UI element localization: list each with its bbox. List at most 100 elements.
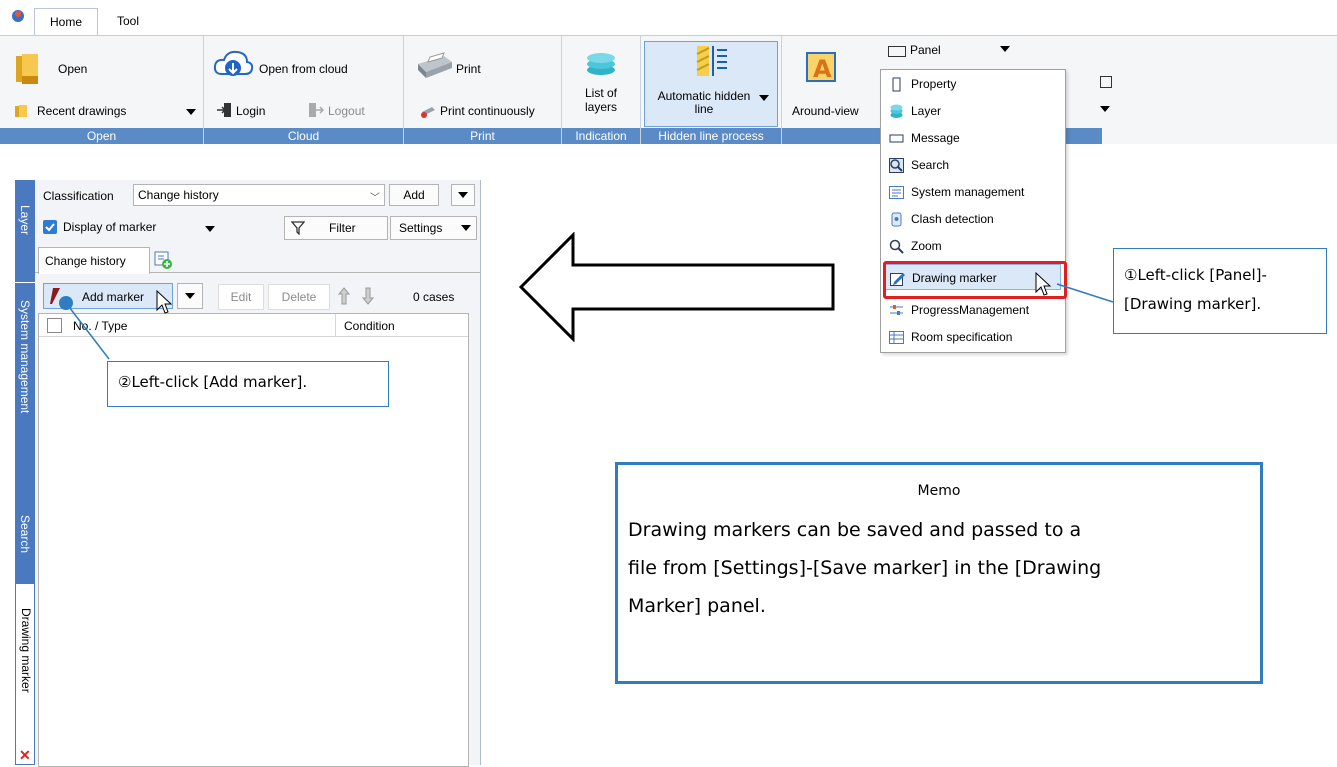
progress-management-icon [890, 305, 903, 315]
automatic-hidden-line-button[interactable]: Automatic hidden line [644, 41, 778, 127]
recent-drawings-dropdown-icon[interactable] [186, 109, 196, 115]
menu-item-message[interactable]: Message [885, 125, 1061, 152]
display-marker-dropdown-icon[interactable] [205, 226, 215, 232]
settings-label: Settings [399, 221, 443, 235]
filter-label: Filter [329, 221, 356, 235]
print-continuously-icon [420, 102, 436, 121]
logout-button[interactable]: Logout [328, 104, 365, 118]
menu-item-system-management[interactable]: System management [885, 179, 1061, 206]
add-tab-button[interactable] [153, 250, 175, 270]
svg-text:A: A [813, 55, 832, 83]
hidden-line-icon [696, 46, 727, 76]
panel-dropdown-menu: Property Layer Message Search System man… [880, 69, 1066, 353]
menu-item-room-specification[interactable]: Room specification [885, 324, 1061, 351]
display-marker-label: Display of marker [63, 220, 157, 234]
memo-line-1: Drawing markers can be saved and passed … [628, 519, 1082, 541]
menu-item-clash-detection[interactable]: Clash detection [885, 206, 1061, 233]
tab-home[interactable]: Home [34, 8, 98, 35]
add-dropdown-button[interactable] [451, 184, 475, 206]
open-label[interactable]: Open [58, 62, 87, 76]
column-condition[interactable]: Condition [344, 319, 395, 333]
side-tab-system-management[interactable]: System management [15, 300, 35, 475]
menu-item-property[interactable]: Property [885, 71, 1061, 98]
system-management-icon [889, 186, 904, 199]
case-count: 0 cases [413, 290, 455, 304]
clash-detection-icon [891, 212, 902, 227]
room-specification-icon [889, 331, 904, 344]
ribbon-tab-bar: Home Tool [0, 0, 1337, 36]
display-marker-checkbox[interactable] [43, 220, 57, 234]
group-label-open: Open [0, 128, 203, 144]
tab-change-history[interactable]: Change history [38, 247, 150, 274]
print-continuously-button[interactable]: Print continuously [440, 104, 535, 118]
add-marker-dropdown-icon [185, 293, 195, 299]
side-tab-search[interactable]: Search [15, 515, 35, 575]
move-down-button[interactable] [357, 284, 379, 308]
callout-1-connector [1056, 283, 1114, 303]
group-label-print: Print [404, 128, 561, 144]
print-button[interactable]: Print [456, 62, 481, 76]
recent-drawings-icon [14, 104, 28, 121]
tab-tool[interactable]: Tool [106, 8, 150, 34]
panel-icon [888, 46, 906, 57]
layer-icon [890, 104, 903, 118]
login-button[interactable]: Login [236, 104, 265, 118]
automatic-hidden-dropdown-icon[interactable] [759, 95, 769, 101]
classification-value: Change history [138, 188, 219, 202]
group-label-indication: Indication [562, 128, 640, 144]
login-icon [216, 102, 232, 121]
list-of-layers-label-2: layers [584, 100, 617, 114]
around-view-icon[interactable]: A [804, 50, 838, 87]
add-marker-dropdown[interactable] [177, 283, 203, 309]
window-restore-icon[interactable] [1100, 76, 1112, 88]
layers-icon[interactable] [584, 50, 618, 83]
side-tab-drawing-marker[interactable]: Drawing marker ✕ [15, 583, 35, 765]
recent-drawings-button[interactable]: Recent drawings [37, 104, 126, 118]
callout-step-2: ②Left-click [Add marker]. [107, 361, 389, 407]
edit-button[interactable]: Edit [218, 284, 264, 310]
callout-step-1-line-1: ①Left-click [Panel]- [1124, 266, 1267, 284]
classification-label: Classification [43, 189, 114, 203]
add-tab-icon [154, 251, 172, 269]
filter-icon [291, 221, 305, 235]
cloud-download-icon[interactable] [212, 48, 254, 83]
column-divider [335, 314, 336, 336]
filter-button[interactable]: Filter [284, 216, 388, 240]
memo-box: Memo Drawing markers can be saved and pa… [615, 462, 1263, 684]
close-icon[interactable]: ✕ [19, 747, 31, 764]
app-menu-icon[interactable] [10, 8, 26, 24]
list-of-layers-label-1: List of [584, 86, 617, 100]
callout-2-connector [59, 296, 110, 360]
move-up-button[interactable] [333, 284, 355, 308]
delete-button[interactable]: Delete [268, 284, 330, 310]
classification-select[interactable]: Change history ﹀ [133, 184, 385, 206]
chevron-down-icon: ﹀ [370, 193, 380, 204]
settings-button[interactable]: Settings [390, 216, 477, 240]
group-open: Open Recent drawings Open [0, 36, 204, 144]
memo-title: Memo [917, 483, 961, 499]
mouse-cursor-icon [156, 290, 173, 314]
memo-line-3: Marker] panel. [628, 595, 766, 617]
panel-button[interactable]: Panel [910, 43, 941, 57]
more-options-icon[interactable] [1100, 106, 1110, 112]
printer-icon[interactable] [414, 50, 454, 83]
arrow-up-icon [337, 287, 351, 305]
menu-item-zoom[interactable]: Zoom [885, 233, 1061, 260]
side-tab-drawing-marker-label: Drawing marker [19, 608, 33, 693]
open-button[interactable] [14, 52, 46, 89]
menu-item-progress-management[interactable]: ProgressManagement [885, 297, 1061, 324]
add-button[interactable]: Add [389, 184, 439, 206]
list-of-layers-button[interactable]: List of layers [562, 86, 640, 114]
settings-dropdown-icon [461, 225, 471, 231]
menu-item-search[interactable]: Search [885, 152, 1061, 179]
around-view-button[interactable]: Around-view [792, 104, 859, 118]
panel-dropdown-icon[interactable] [1000, 46, 1010, 52]
property-icon [892, 77, 901, 92]
logout-icon [308, 102, 325, 121]
side-tab-layer[interactable]: Layer [15, 205, 35, 265]
zoom-icon [889, 239, 904, 254]
menu-item-layer[interactable]: Layer [885, 98, 1061, 125]
callout-step-1: ①Left-click [Panel]- [Drawing marker]. [1113, 248, 1327, 334]
drawing-marker-panel: Classification Change history ﹀ Add Disp… [35, 180, 481, 767]
open-from-cloud-button[interactable]: Open from cloud [259, 62, 348, 76]
